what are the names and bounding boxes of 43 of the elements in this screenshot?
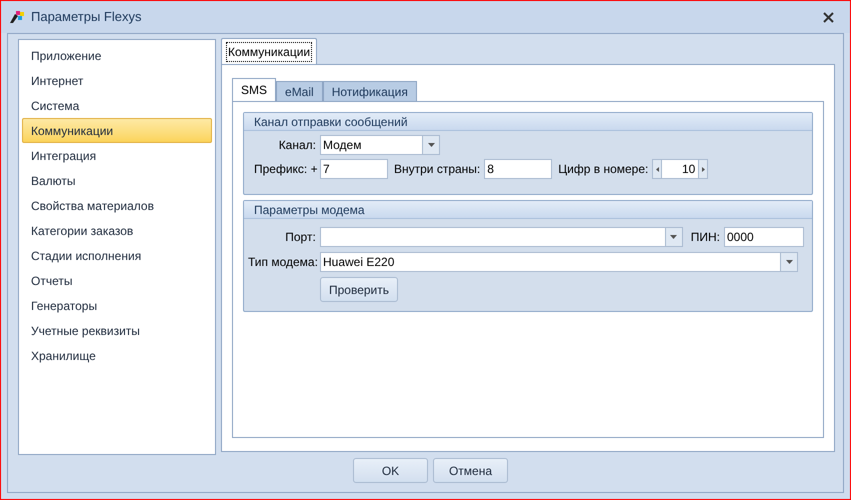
field-label: Префикс: + <box>254 161 316 178</box>
sidebar-item[interactable]: Интеграция <box>22 143 212 168</box>
modem-type-dropdown[interactable]: Huawei E220 <box>320 252 798 272</box>
sidebar-item[interactable]: Приложение <box>22 43 212 68</box>
app-logo-icon <box>9 10 25 24</box>
sidebar-item[interactable]: Валюты <box>22 168 212 193</box>
dialog-button[interactable]: OK <box>353 458 428 483</box>
digits-spinner[interactable]: 10 <box>652 159 708 179</box>
sidebar-item[interactable]: Интернет <box>22 68 212 93</box>
sidebar-item[interactable]: Коммуникации <box>22 118 212 143</box>
field-label: Канал: <box>278 137 316 154</box>
tab[interactable]: Нотификация <box>322 81 417 101</box>
tab[interactable]: eMail <box>276 81 323 101</box>
check-button[interactable]: Проверить <box>320 277 398 302</box>
channel-dropdown[interactable]: Модем <box>320 135 440 155</box>
page-tab[interactable]: Коммуникации <box>221 38 318 64</box>
domestic-field[interactable]: 8 <box>484 159 552 179</box>
dropdown-arrow-icon <box>786 260 792 264</box>
field-label: ПИН: <box>690 229 720 246</box>
prefix-field[interactable]: 7 <box>320 159 388 179</box>
increment-arrow-icon[interactable] <box>702 166 705 172</box>
field-label: Тип модема: <box>248 254 316 271</box>
close-icon[interactable] <box>823 12 834 22</box>
group-title: Канал отправки сообщений <box>254 114 408 130</box>
sidebar-item[interactable]: Хранилище <box>22 343 212 368</box>
sidebar-item[interactable]: Генераторы <box>22 293 212 318</box>
sidebar-item[interactable]: Стадии исполнения <box>22 243 212 268</box>
dialog-button[interactable]: Отмена <box>433 458 508 483</box>
tab[interactable]: SMS <box>232 78 276 101</box>
dropdown-arrow-icon <box>670 235 678 239</box>
field-label: Порт: <box>284 229 316 246</box>
sidebar-item[interactable]: Система <box>22 93 212 118</box>
sidebar-item[interactable]: Учетные реквизиты <box>22 318 212 343</box>
sidebar-item[interactable]: Отчеты <box>22 268 212 293</box>
field-label: Цифр в номере: <box>558 161 648 178</box>
dropdown-arrow-icon <box>428 143 434 147</box>
group-title: Параметры модема <box>254 202 365 218</box>
sidebar-item[interactable]: Свойства материалов <box>22 193 212 218</box>
pin-field[interactable]: 0000 <box>724 227 804 247</box>
decrement-arrow-icon[interactable] <box>656 166 659 172</box>
sidebar-item[interactable]: Категории заказов <box>22 218 212 243</box>
field-label: Внутри страны: <box>394 161 480 178</box>
window-title: Параметры Flexys <box>31 8 142 26</box>
